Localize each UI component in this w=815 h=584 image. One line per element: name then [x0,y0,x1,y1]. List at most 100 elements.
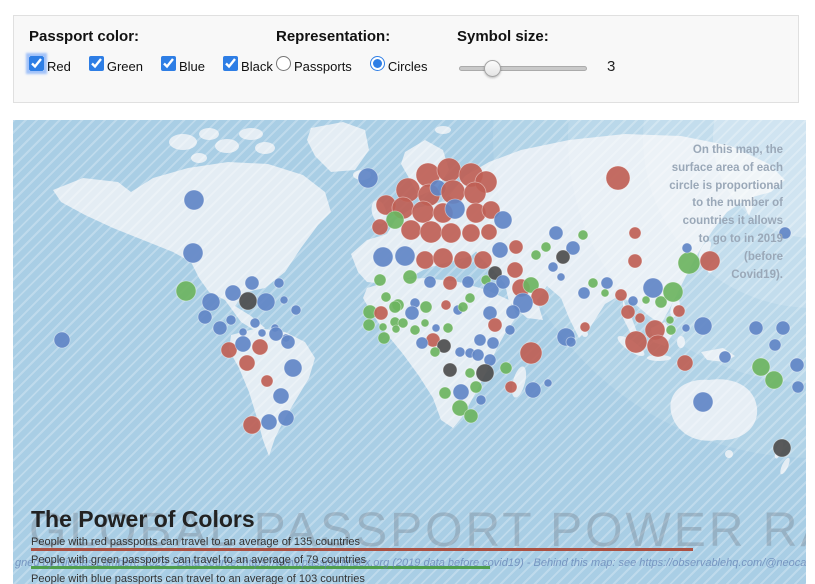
country-symbol[interactable] [183,243,203,263]
country-symbol[interactable] [358,168,378,188]
checkbox-blue-input[interactable] [161,56,176,71]
country-symbol[interactable] [566,337,576,347]
country-symbol[interactable] [496,275,510,289]
country-symbol[interactable] [239,328,247,336]
country-symbol[interactable] [628,296,638,306]
country-symbol[interactable] [488,318,502,332]
country-symbol[interactable] [458,302,468,312]
country-symbol[interactable] [476,395,486,405]
country-symbol[interactable] [507,262,523,278]
country-symbol[interactable] [225,285,241,301]
checkbox-green-input[interactable] [89,56,104,71]
country-symbol[interactable] [647,335,669,357]
country-symbol[interactable] [752,358,770,376]
checkbox-blue[interactable]: Blue [161,56,205,71]
country-symbol[interactable] [243,416,261,434]
country-symbol[interactable] [474,334,486,346]
country-symbol[interactable] [694,317,712,335]
country-symbol[interactable] [441,223,461,243]
country-symbol[interactable] [776,321,790,335]
country-symbol[interactable] [261,414,277,430]
country-symbol[interactable] [470,381,482,393]
country-symbol[interactable] [395,246,415,266]
country-symbol[interactable] [790,358,804,372]
country-symbol[interactable] [454,251,472,269]
country-symbol[interactable] [465,368,475,378]
country-symbol[interactable] [509,240,523,254]
country-symbol[interactable] [464,409,478,423]
country-symbol[interactable] [531,288,549,306]
radio-passports-input[interactable] [276,56,291,71]
country-symbol[interactable] [410,325,420,335]
country-symbol[interactable] [221,342,237,358]
country-symbol[interactable] [481,224,497,240]
country-symbol[interactable] [54,332,70,348]
checkbox-black[interactable]: Black [223,56,273,71]
country-symbol[interactable] [226,315,236,325]
country-symbol[interactable] [769,339,781,351]
country-symbol[interactable] [663,282,683,302]
country-symbol[interactable] [443,276,457,290]
country-symbol[interactable] [374,306,388,320]
country-symbol[interactable] [405,306,419,320]
radio-passports[interactable]: Passports [276,56,352,71]
country-symbol[interactable] [401,220,421,240]
country-symbol[interactable] [433,248,453,268]
country-symbol[interactable] [432,324,440,332]
country-symbol[interactable] [239,292,257,310]
country-symbol[interactable] [505,381,517,393]
country-symbol[interactable] [424,276,436,288]
country-symbol[interactable] [556,250,570,264]
country-symbol[interactable] [258,329,266,337]
checkbox-red[interactable]: Red [29,56,71,71]
country-symbol[interactable] [291,305,301,315]
country-symbol[interactable] [441,300,451,310]
country-symbol[interactable] [252,339,268,355]
checkbox-red-input[interactable] [29,56,44,71]
country-symbol[interactable] [379,323,387,331]
country-symbol[interactable] [588,278,598,288]
country-symbol[interactable] [416,337,428,349]
country-symbol[interactable] [465,293,475,303]
country-symbol[interactable] [421,319,429,327]
country-symbol[interactable] [677,355,693,371]
country-symbol[interactable] [544,379,552,387]
country-symbol[interactable] [403,270,417,284]
country-symbol[interactable] [505,325,515,335]
country-symbol[interactable] [773,439,791,457]
country-symbol[interactable] [269,327,283,341]
country-symbol[interactable] [625,331,647,353]
country-symbol[interactable] [176,281,196,301]
country-symbol[interactable] [198,310,212,324]
country-symbol[interactable] [531,250,541,260]
country-symbol[interactable] [420,301,432,313]
country-symbol[interactable] [464,182,486,204]
country-symbol[interactable] [765,371,783,389]
country-symbol[interactable] [635,313,645,323]
country-symbol[interactable] [455,347,465,357]
country-symbol[interactable] [666,316,674,324]
country-symbol[interactable] [541,242,551,252]
country-symbol[interactable] [462,276,474,288]
country-symbol[interactable] [580,322,590,332]
radio-circles-input[interactable] [370,56,385,71]
country-symbol[interactable] [235,336,251,352]
country-symbol[interactable] [615,289,627,301]
country-symbol[interactable] [278,410,294,426]
country-symbol[interactable] [693,392,713,412]
country-symbol[interactable] [472,349,484,361]
country-symbol[interactable] [280,296,288,304]
country-symbol[interactable] [274,278,284,288]
checkbox-green[interactable]: Green [89,56,143,71]
country-symbol[interactable] [520,342,542,364]
country-symbol[interactable] [202,293,220,311]
country-symbol[interactable] [578,230,588,240]
country-symbol[interactable] [416,251,434,269]
country-symbol[interactable] [439,387,451,399]
country-symbol[interactable] [792,381,804,393]
country-symbol[interactable] [381,292,391,302]
country-symbol[interactable] [273,388,289,404]
symbol-size-slider[interactable] [459,58,587,78]
country-symbol[interactable] [213,321,227,335]
country-symbol[interactable] [525,382,541,398]
